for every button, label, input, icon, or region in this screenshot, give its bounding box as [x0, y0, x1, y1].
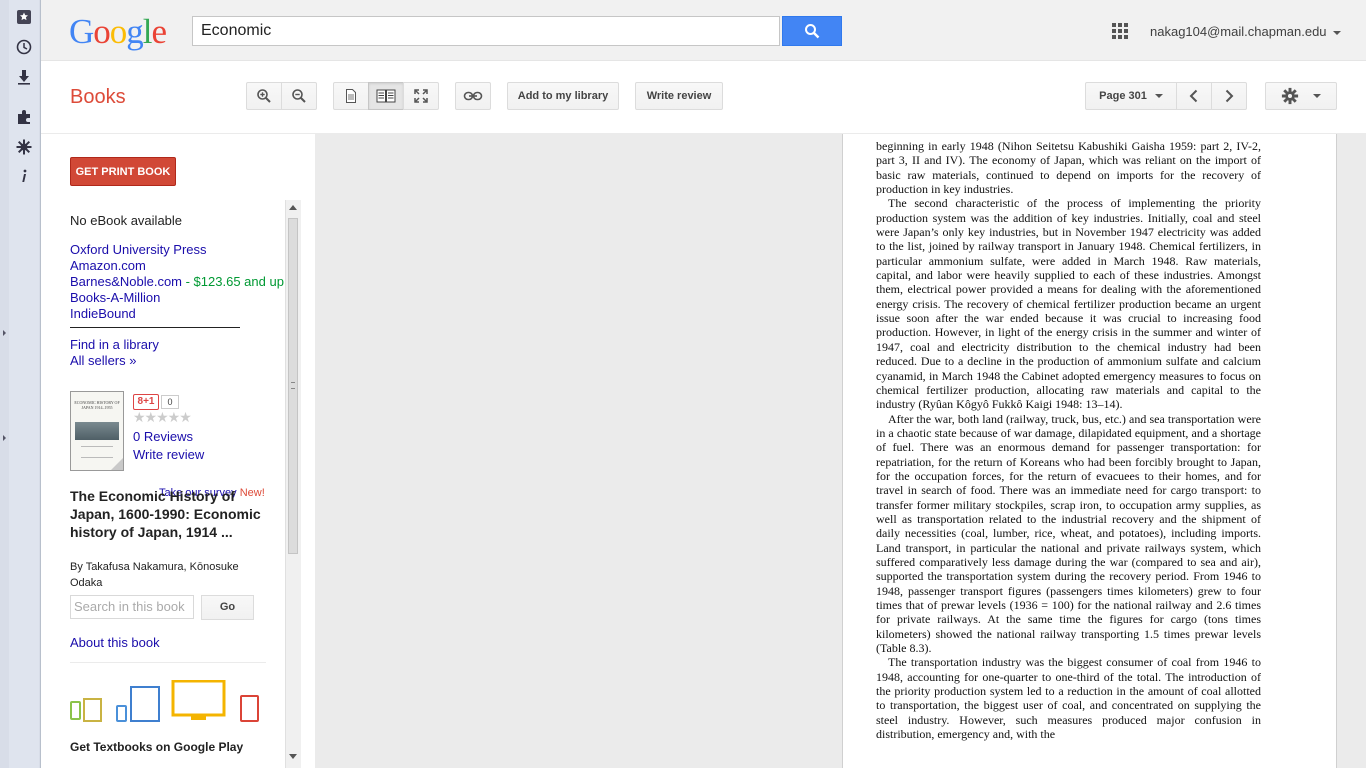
seller-list: Oxford University Press Amazon.com Barne…	[70, 242, 286, 322]
write-review-link[interactable]: Write review	[133, 447, 204, 462]
fullscreen-icon	[414, 89, 428, 103]
get-print-book-button[interactable]: GET PRINT BOOK	[70, 157, 176, 186]
textbooks-promo-link[interactable]: Get Textbooks on Google Play	[70, 740, 243, 754]
rail-collapse-handle[interactable]	[3, 330, 6, 336]
book-reader-pane: beginning in early 1948 (Nihon Seitetsu …	[315, 134, 1366, 768]
history-icon[interactable]	[12, 36, 36, 58]
two-page-view-button[interactable]	[368, 82, 404, 110]
seller-indiebound[interactable]: IndieBound	[70, 306, 286, 322]
write-review-button[interactable]: Write review	[635, 82, 723, 110]
seller-books-a-million[interactable]: Books-A-Million	[70, 290, 286, 306]
rail-expand-handle[interactable]	[3, 435, 6, 441]
logo-letter: g	[126, 12, 143, 51]
book-authors: By Takafusa Nakamura, Kōnosuke Odaka	[70, 561, 239, 589]
search-input[interactable]: Economic	[192, 16, 780, 46]
previous-page-button[interactable]	[1176, 82, 1212, 110]
seller-oxford[interactable]: Oxford University Press	[70, 242, 286, 258]
apps-grid-icon[interactable]	[1112, 23, 1128, 39]
link-button[interactable]	[455, 82, 491, 110]
next-page-button[interactable]	[1211, 82, 1247, 110]
search-in-book-input[interactable]: Search in this book	[70, 595, 194, 619]
fullscreen-button[interactable]	[403, 82, 439, 110]
page-paragraph: beginning in early 1948 (Nihon Seitetsu …	[876, 139, 1261, 197]
search-icon	[805, 24, 820, 39]
grip-icon	[291, 382, 295, 389]
account-menu[interactable]: nakag104@mail.chapman.edu	[1150, 24, 1341, 39]
book-cover-thumbnail[interactable]: ECONOMIC HISTORY OF JAPAN 1914–1955	[70, 391, 124, 471]
chevron-right-icon	[1225, 89, 1234, 103]
logo-letter: o	[109, 12, 127, 51]
download-icon[interactable]	[12, 66, 36, 88]
page-paragraph: The second characteristic of the process…	[876, 196, 1261, 412]
cover-image	[75, 422, 119, 440]
single-page-view-button[interactable]	[333, 82, 369, 110]
logo-letter: l	[142, 12, 153, 51]
cover-authors	[81, 446, 113, 458]
plus-one-count: 0	[161, 395, 179, 409]
logo-letter: G	[69, 12, 94, 51]
info-icon[interactable]	[12, 165, 36, 187]
search-button[interactable]	[782, 16, 842, 46]
page-paragraph: The transportation industry was the bigg…	[876, 655, 1261, 742]
scroll-down-icon[interactable]	[289, 754, 297, 759]
page-select-dropdown[interactable]: Page 301	[1085, 82, 1177, 110]
browser-side-rail	[0, 0, 41, 768]
scrollbar-thumb[interactable]	[288, 218, 298, 554]
chevron-left-icon	[1189, 89, 1198, 103]
logo-letter: o	[93, 12, 110, 51]
all-sellers-link[interactable]: All sellers »	[70, 353, 136, 368]
sidebar-scrollbar[interactable]	[285, 200, 301, 768]
add-to-library-button[interactable]: Add to my library	[507, 82, 619, 110]
seller-barnes-noble[interactable]: Barnes&Noble.com - $123.65 and up	[70, 274, 286, 290]
zoom-out-button[interactable]	[281, 82, 317, 110]
chevron-down-icon	[1313, 94, 1321, 98]
divider	[70, 327, 240, 328]
book-title: The Economic History of Japan, 1600-1990…	[70, 488, 261, 540]
google-logo[interactable]: Google	[69, 12, 168, 52]
link-icon	[463, 91, 483, 101]
divider	[70, 662, 266, 663]
chevron-down-icon	[1332, 30, 1341, 35]
logo-letter: e	[151, 12, 168, 51]
extension-icon[interactable]	[12, 106, 36, 128]
cover-title: ECONOMIC HISTORY OF JAPAN 1914–1955	[74, 400, 120, 410]
seller-price: - $123.65 and up	[182, 274, 284, 289]
sidebar-scroll-area: No eBook available Oxford University Pre…	[70, 200, 286, 768]
find-in-library-link[interactable]: Find in a library	[70, 337, 159, 352]
page-curl-icon	[111, 458, 123, 470]
search-in-book-go-button[interactable]: Go	[201, 595, 254, 620]
books-toolbar: Books Add to my library Write review Pag…	[41, 61, 1366, 134]
account-email: nakag104@mail.chapman.edu	[1150, 24, 1327, 39]
single-page-icon	[346, 89, 356, 103]
gear-icon	[1281, 87, 1299, 105]
scroll-up-icon[interactable]	[289, 205, 297, 210]
google-plus-one-button[interactable]: 8+1	[133, 394, 159, 410]
devices-illustration[interactable]	[70, 680, 266, 726]
page-text: beginning in early 1948 (Nihon Seitetsu …	[876, 139, 1261, 741]
reviews-link[interactable]: 0 Reviews	[133, 429, 193, 444]
star-rating-icon: ★★★★★	[133, 409, 192, 425]
settings-icon[interactable]	[12, 136, 36, 158]
zoom-in-button[interactable]	[246, 82, 282, 110]
page-number-label: Page 301	[1099, 90, 1147, 102]
zoom-in-icon	[257, 89, 271, 103]
two-page-icon	[376, 89, 396, 103]
books-title[interactable]: Books	[70, 86, 126, 109]
book-sidebar: GET PRINT BOOK No eBook available Oxford…	[41, 134, 315, 768]
zoom-out-icon	[292, 89, 306, 103]
no-ebook-label: No eBook available	[70, 213, 183, 228]
book-page[interactable]: beginning in early 1948 (Nihon Seitetsu …	[842, 134, 1337, 768]
chevron-down-icon	[1154, 94, 1163, 98]
settings-menu-button[interactable]	[1265, 82, 1337, 110]
seller-amazon[interactable]: Amazon.com	[70, 258, 286, 274]
google-top-bar: Google Economic nakag104@mail.chapman.ed…	[41, 0, 1366, 61]
bookmark-icon[interactable]	[12, 6, 36, 28]
page-paragraph: After the war, both land (railway, truck…	[876, 411, 1261, 656]
about-this-book-link[interactable]: About this book	[70, 635, 160, 650]
